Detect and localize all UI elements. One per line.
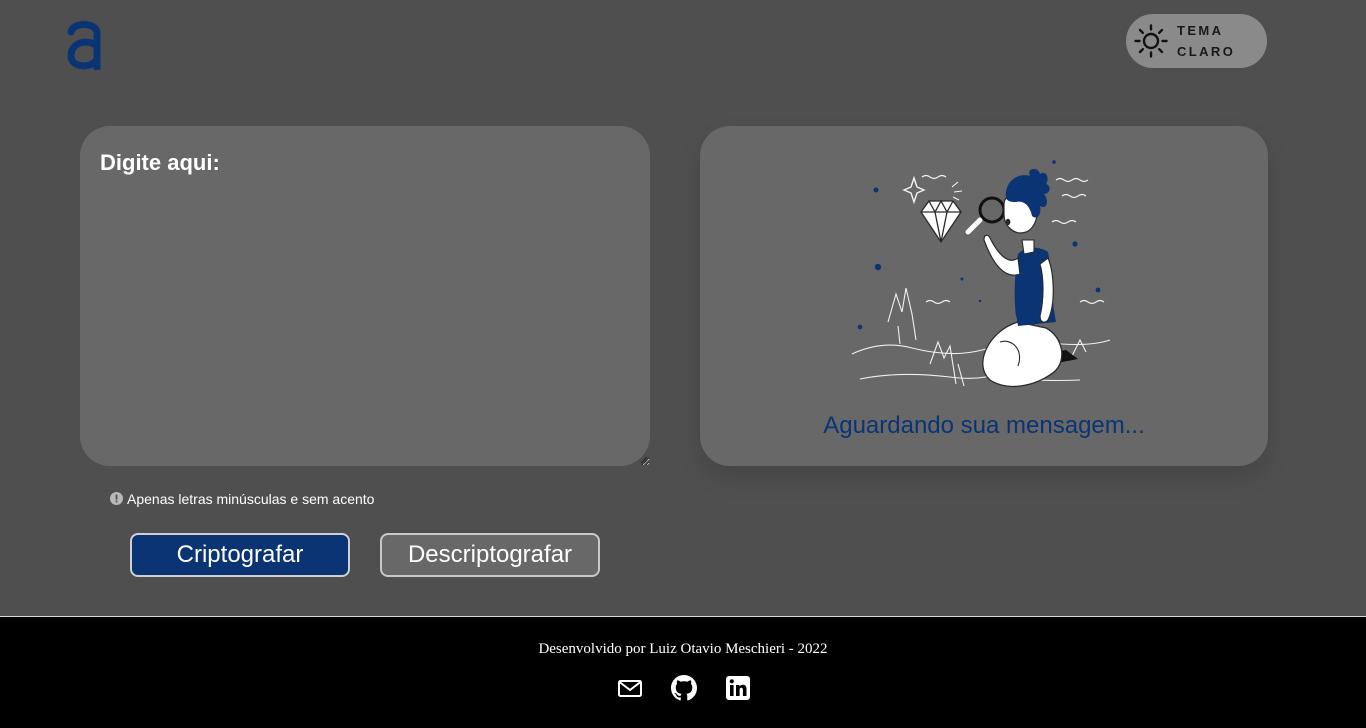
theme-toggle-label-line1: TEMA — [1177, 23, 1224, 38]
sun-icon — [1134, 24, 1168, 58]
input-hint-text: Apenas letras minúsculas e sem acento — [127, 491, 375, 507]
linkedin-icon[interactable] — [725, 675, 751, 701]
waiting-message: Aguardando sua mensagem... — [823, 412, 1145, 439]
footer: Desenvolvido por Luiz Otavio Meschieri -… — [0, 616, 1366, 728]
person-with-magnifying-glass-illustration — [851, 160, 1111, 388]
theme-toggle-label: TEMA CLARO — [1177, 20, 1257, 62]
input-hint: Apenas letras minúsculas e sem acento — [110, 491, 374, 507]
theme-toggle-label-line2: CLARO — [1177, 44, 1236, 59]
alura-logo-icon — [67, 21, 101, 72]
output-card: Aguardando sua mensagem... — [700, 126, 1268, 466]
resize-handle-icon[interactable] — [640, 456, 648, 464]
github-icon[interactable] — [671, 675, 697, 701]
info-icon — [110, 491, 123, 505]
theme-toggle-button[interactable]: TEMA CLARO — [1126, 14, 1267, 68]
footer-credits: Desenvolvido por Luiz Otavio Meschieri -… — [538, 641, 828, 657]
message-input[interactable] — [80, 126, 650, 466]
social-links — [617, 675, 751, 701]
email-icon[interactable] — [617, 675, 643, 701]
decrypt-button[interactable]: Descriptografar — [380, 533, 600, 577]
encrypt-button[interactable]: Criptografar — [130, 533, 350, 577]
message-input-card — [80, 126, 650, 466]
logo — [66, 18, 102, 72]
